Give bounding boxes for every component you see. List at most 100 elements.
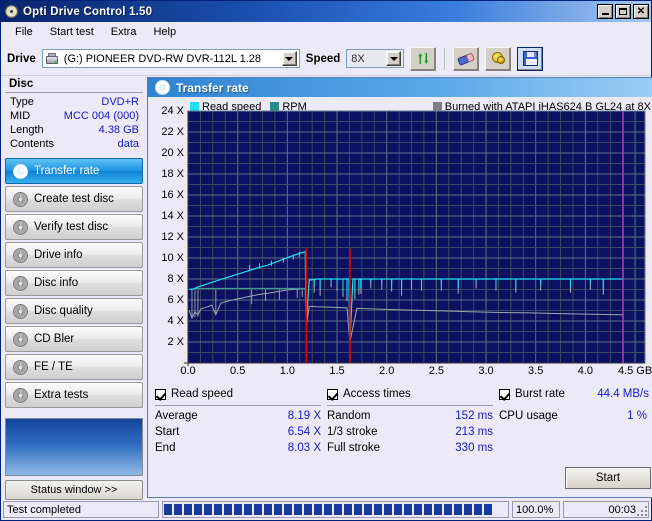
chevron-down-icon[interactable]: [386, 51, 402, 66]
progress-track: [164, 503, 507, 516]
window-title: Opti Drive Control 1.50: [23, 5, 153, 18]
progress-block: [284, 504, 292, 515]
panel-header: Transfer rate: [148, 78, 652, 97]
minimize-button[interactable]: [597, 4, 613, 19]
disc-bolt-icon: [13, 359, 28, 375]
stat-label: CPU usage: [499, 410, 558, 422]
progress-block: [474, 504, 482, 515]
save-button[interactable]: [517, 46, 544, 71]
sidebar-item-label: Transfer rate: [34, 165, 100, 177]
app-window: Opti Drive Control 1.50 ✕ File Start tes…: [0, 0, 652, 521]
sidebar-item-extra-tests[interactable]: Extra tests: [5, 382, 143, 408]
sidebar-item-label: Create test disc: [34, 193, 114, 205]
start-button[interactable]: Start: [565, 467, 651, 489]
sidebar-item-disc-quality[interactable]: Disc quality: [5, 298, 143, 324]
disc-bolt-icon: [155, 80, 170, 95]
refresh-icon: [415, 51, 431, 66]
progress-block: [314, 504, 322, 515]
x-tick-label: 0.0: [180, 365, 196, 377]
stat-value: 8.03 X: [287, 442, 321, 454]
sidebar-item-fe-te[interactable]: FE / TE: [5, 354, 143, 380]
sidebar-item-label: CD Bler: [34, 333, 75, 345]
bookmark-button[interactable]: [485, 46, 512, 71]
access-times-check-label: Access times: [343, 388, 411, 400]
stat-row-average: Average 8.19 X: [155, 408, 327, 424]
x-tick-label: 1.5: [329, 365, 345, 377]
sidebar-item-label: Disc info: [34, 277, 79, 289]
stat-value: 1 %: [627, 410, 647, 422]
refresh-button[interactable]: [410, 46, 437, 71]
progress-block: [464, 504, 472, 515]
floppy-save-icon: [522, 51, 538, 66]
sidebar-item-transfer-rate[interactable]: Transfer rate: [5, 158, 143, 184]
stat-row-end: End 8.03 X: [155, 440, 327, 456]
gold-coins-icon: [490, 51, 506, 66]
progress-block: [394, 504, 402, 515]
x-tick-label: 4.5 GB: [617, 365, 652, 377]
stat-value: 8.19 X: [287, 410, 321, 422]
disc-bolt-icon: [13, 247, 28, 263]
disc-mid-value: MCC 004 (000): [63, 110, 139, 122]
progress-percent: 100.0%: [512, 501, 560, 518]
burst-rate-checkbox-row[interactable]: Burst rate 44.4 MB/s: [499, 386, 652, 402]
progress-block: [324, 504, 332, 515]
stat-label: Full stroke: [327, 442, 381, 454]
sidebar-item-disc-info[interactable]: Disc info: [5, 270, 143, 296]
close-button[interactable]: ✕: [633, 4, 649, 19]
progress-block: [404, 504, 412, 515]
disc-bolt-icon: [13, 219, 28, 235]
progress-block: [444, 504, 452, 515]
menu-extra[interactable]: Extra: [103, 24, 145, 40]
progress-block: [424, 504, 432, 515]
stat-value: 330 ms: [455, 442, 493, 454]
erase-button[interactable]: [453, 46, 480, 71]
sidebar-item-create-test-disc[interactable]: Create test disc: [5, 186, 143, 212]
read-speed-check-label: Read speed: [171, 388, 234, 400]
disc-row-type: Type DVD+R: [5, 95, 143, 109]
sidebar-item-cd-bler[interactable]: CD Bler: [5, 326, 143, 352]
chevron-down-icon[interactable]: [281, 51, 297, 66]
resize-grip-icon[interactable]: [636, 505, 647, 516]
stat-value: 152 ms: [455, 410, 493, 422]
sidebar-item-verify-test-disc[interactable]: Verify test disc: [5, 214, 143, 240]
progress-block: [214, 504, 222, 515]
progress-block: [244, 504, 252, 515]
stat-label: 1/3 stroke: [327, 426, 378, 438]
speed-select[interactable]: 8X: [346, 49, 405, 68]
sidebar-item-label: Verify test disc: [34, 221, 109, 233]
read-speed-checkbox[interactable]: [155, 388, 166, 400]
x-tick-label: 4.0: [577, 365, 594, 377]
eraser-icon: [456, 49, 477, 68]
progress-bar: [162, 501, 509, 518]
toolbar: Drive (G:) PIONEER DVD-RW DVR-112L 1.28 …: [1, 42, 651, 76]
progress-block: [234, 504, 242, 515]
stat-value: 213 ms: [455, 426, 493, 438]
status-window-button[interactable]: Status window >>: [5, 480, 143, 500]
drive-label: Drive: [7, 52, 36, 65]
progress-block: [454, 504, 462, 515]
burst-rate-value: 44.4 MB/s: [597, 388, 649, 400]
disc-contents-value: data: [117, 138, 139, 150]
access-times-checkbox[interactable]: [327, 388, 338, 400]
progress-block: [374, 504, 382, 515]
left-panel: Disc Type DVD+R MID MCC 004 (000) Length…: [5, 76, 143, 500]
read-speed-stats: Read speed Average 8.19 X Start 6.54 X E…: [155, 386, 327, 493]
disc-type-value: DVD+R: [101, 96, 139, 108]
access-times-checkbox-row[interactable]: Access times: [327, 386, 499, 402]
burst-rate-checkbox[interactable]: [499, 388, 510, 400]
chart-plot-area: 2 X4 X6 X8 X 10 X 12 X 14 X 16 X 18 X 20 X 22 X…: [152, 99, 652, 381]
disc-row-mid: MID MCC 004 (000): [5, 109, 143, 123]
menu-help[interactable]: Help: [145, 24, 184, 40]
progress-block: [344, 504, 352, 515]
sidebar-item-drive-info[interactable]: Drive info: [5, 242, 143, 268]
menu-file[interactable]: File: [7, 24, 41, 40]
divider: [327, 405, 493, 406]
progress-block: [204, 504, 212, 515]
read-speed-checkbox-row[interactable]: Read speed: [155, 386, 327, 402]
x-axis-ticks: 0.0 0.5 1.0 1.5 2.0 2.5 3.0 3.5 4.0 4.5 GB: [152, 365, 652, 379]
menu-start-test[interactable]: Start test: [42, 24, 102, 40]
drive-select[interactable]: (G:) PIONEER DVD-RW DVR-112L 1.28: [41, 49, 300, 68]
progress-block: [414, 504, 422, 515]
maximize-button[interactable]: [615, 4, 631, 19]
elapsed-time: 00:03: [563, 501, 649, 518]
